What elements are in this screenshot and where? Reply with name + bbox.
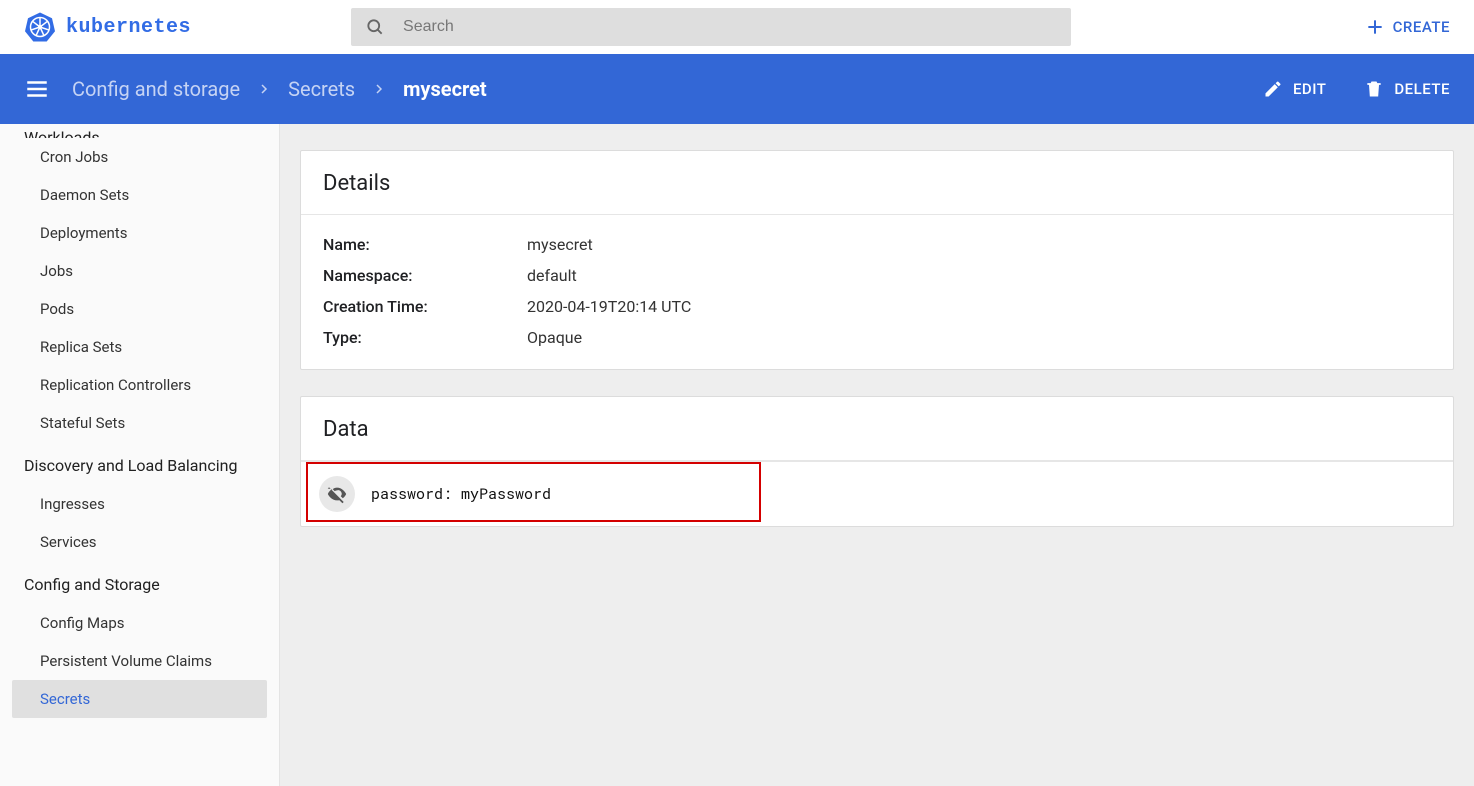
data-entry-text: password: myPassword [371,484,551,504]
details-row: Creation Time:2020-04-19T20:14 UTC [323,291,1431,322]
sidebar-item-daemon-sets[interactable]: Daemon Sets [0,176,279,214]
sidebar-group-title: Discovery and Load Balancing [0,442,279,485]
sidebar-item-cron-jobs[interactable]: Cron Jobs [0,138,279,176]
sidebar-group-title: Config and Storage [0,561,279,604]
data-entry-key: password: [371,484,461,504]
brand-logo[interactable]: kubernetes [24,11,191,43]
details-value: Opaque [527,328,582,347]
action-buttons: EDIT DELETE [1263,79,1450,99]
details-card: Details Name:mysecretNamespace:defaultCr… [300,150,1454,370]
sidebar-item-stateful-sets[interactable]: Stateful Sets [0,404,279,442]
sidebar-item-replica-sets[interactable]: Replica Sets [0,328,279,366]
breadcrumb: Config and storage Secrets mysecret [72,77,487,101]
details-value: default [527,266,577,285]
edit-label: EDIT [1293,80,1326,98]
data-card: Data password: myPassword [300,396,1454,527]
breadcrumb-kind[interactable]: Secrets [288,77,355,101]
details-row: Type:Opaque [323,322,1431,353]
details-row: Name:mysecret [323,229,1431,260]
create-label: CREATE [1393,18,1450,36]
breadcrumb-bar: Config and storage Secrets mysecret EDIT… [0,54,1474,124]
details-title: Details [301,151,1453,215]
sidebar-item-secrets[interactable]: Secrets [12,680,267,718]
sidebar-item-deployments[interactable]: Deployments [0,214,279,252]
sidebar-item-jobs[interactable]: Jobs [0,252,279,290]
create-button[interactable]: CREATE [1365,17,1450,37]
toggle-visibility-button[interactable] [319,476,355,512]
details-value: mysecret [527,235,593,254]
search-box[interactable] [351,8,1071,46]
sidebar-item-replication-controllers[interactable]: Replication Controllers [0,366,279,404]
details-key: Type: [323,328,527,347]
brand-text: kubernetes [66,16,191,39]
edit-button[interactable]: EDIT [1263,79,1326,99]
details-rows: Name:mysecretNamespace:defaultCreation T… [301,215,1453,369]
hamburger-menu-icon[interactable] [24,76,50,102]
sidebar-item-persistent-volume-claims[interactable]: Persistent Volume Claims [0,642,279,680]
chevron-right-icon [373,83,385,95]
trash-icon [1364,79,1384,99]
search-input[interactable] [403,18,1057,36]
details-key: Creation Time: [323,297,527,316]
delete-label: DELETE [1394,80,1450,98]
details-key: Name: [323,235,527,254]
details-row: Namespace:default [323,260,1431,291]
main-content: Details Name:mysecretNamespace:defaultCr… [280,124,1474,786]
delete-button[interactable]: DELETE [1364,79,1450,99]
data-entry: password: myPassword [301,461,1453,526]
sidebar: WorkloadsCron JobsDaemon SetsDeployments… [0,124,280,786]
data-entry-value: myPassword [461,484,551,504]
search-icon [365,17,385,37]
chevron-right-icon [258,83,270,95]
pencil-icon [1263,79,1283,99]
sidebar-item-ingresses[interactable]: Ingresses [0,485,279,523]
sidebar-group-title: Workloads [0,124,279,138]
top-bar: kubernetes CREATE [0,0,1474,54]
kubernetes-wheel-icon [24,11,56,43]
breadcrumb-current: mysecret [403,77,487,101]
sidebar-item-services[interactable]: Services [0,523,279,561]
details-value: 2020-04-19T20:14 UTC [527,297,691,316]
data-title: Data [301,397,1453,461]
sidebar-item-config-maps[interactable]: Config Maps [0,604,279,642]
details-key: Namespace: [323,266,527,285]
breadcrumb-section[interactable]: Config and storage [72,77,240,101]
sidebar-item-pods[interactable]: Pods [0,290,279,328]
eye-off-icon [326,483,348,505]
plus-icon [1365,17,1385,37]
